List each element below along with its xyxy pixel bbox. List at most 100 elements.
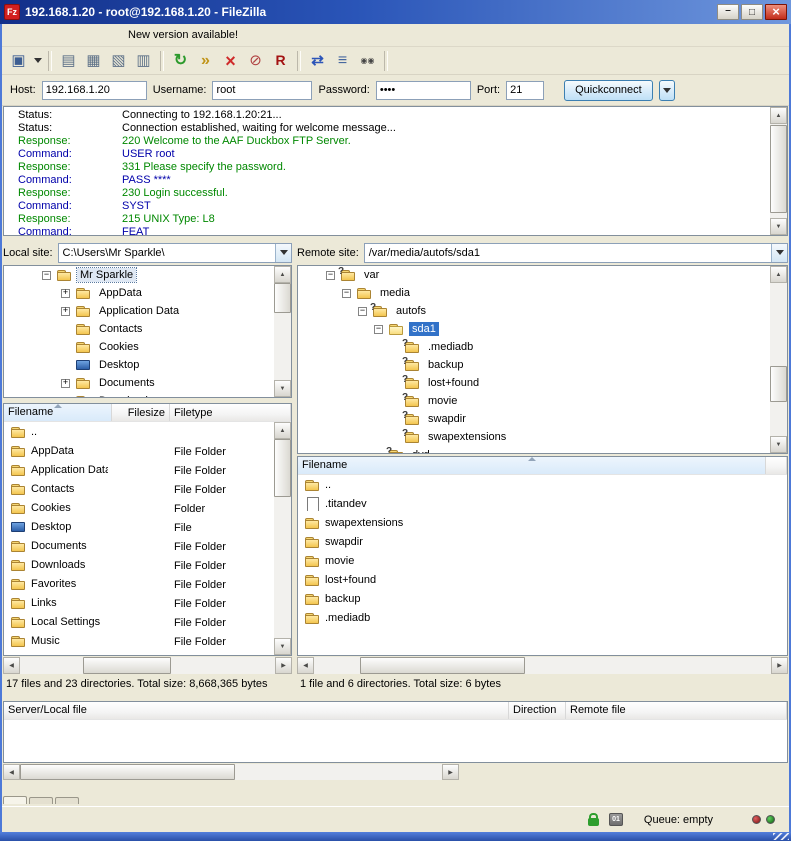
reconnect-button[interactable] [268,49,293,73]
column-header-filename[interactable]: Filename [4,404,112,421]
media[interactable]: media [298,284,787,302]
Mr Sparkle[interactable]: Mr Sparkle [4,266,291,284]
log-scrollbar[interactable] [770,107,787,235]
scroll-left-icon[interactable] [297,657,314,674]
username-input[interactable] [212,81,312,100]
toggle-queue-button[interactable] [131,49,156,73]
toggle-local-tree-button[interactable] [81,49,106,73]
scroll-down-icon[interactable] [274,380,291,397]
autofs[interactable]: autofs [298,302,787,320]
directory-comparison-button[interactable] [305,49,330,73]
lost+found[interactable]: lost+found [298,570,787,589]
chevron-down-icon[interactable] [771,244,787,262]
quickconnect-dropdown[interactable] [659,80,675,101]
scroll-up-icon[interactable] [274,266,291,283]
tab-queued-files[interactable] [3,796,27,804]
column-header-direction[interactable]: Direction [509,702,566,719]
Links[interactable]: Links File Folder [4,593,291,612]
scroll-right-icon[interactable] [275,657,292,674]
Cookies[interactable]: Cookies [4,338,291,356]
scroll-thumb[interactable] [770,366,787,402]
remote-list-hscrollbar[interactable] [297,657,788,674]
scroll-up-icon[interactable] [770,266,787,283]
swapdir[interactable]: swapdir [298,410,787,428]
Downloads[interactable]: Downloads [4,392,291,398]
tree-expander-icon[interactable] [42,271,51,280]
scroll-down-icon[interactable] [770,218,787,235]
password-input[interactable] [376,81,471,100]
..[interactable]: .. [4,422,291,441]
sda1[interactable]: sda1 [298,320,787,338]
scroll-thumb[interactable] [83,657,171,674]
local-list-vscrollbar[interactable] [274,422,291,655]
new-version-notice[interactable]: New version available! [118,29,238,41]
column-header-filesize[interactable]: Filesize [112,404,170,421]
quickconnect-button[interactable]: Quickconnect [564,80,653,101]
Desktop[interactable]: Desktop [4,356,291,374]
Music[interactable]: Music File Folder [4,631,291,650]
tab-successful-transfers[interactable] [55,797,79,804]
Contacts[interactable]: Contacts [4,320,291,338]
dvd[interactable]: dvd [298,446,787,454]
backup[interactable]: backup [298,589,787,608]
menu-transfer[interactable] [54,32,70,38]
.mediadb[interactable]: .mediadb [298,338,787,356]
remote-path-combo[interactable]: /var/media/autofs/sda1 [364,243,788,263]
Documents[interactable]: Documents [4,374,291,392]
var[interactable]: var [298,266,787,284]
menu-view[interactable] [38,32,54,38]
tree-expander-icon[interactable] [342,289,351,298]
column-header-server-local-file[interactable]: Server/Local file [4,702,509,719]
synchronized-browsing-button[interactable] [330,49,355,73]
.mediadb[interactable]: .mediadb [298,608,787,627]
scroll-left-icon[interactable] [3,764,20,780]
local-list-hscrollbar[interactable] [3,657,292,674]
tab-failed-transfers[interactable] [29,797,53,804]
menu-bookmarks[interactable] [86,32,102,38]
tree-expander-icon[interactable] [61,289,70,298]
scroll-left-icon[interactable] [3,657,20,674]
menu-file[interactable] [6,32,22,38]
backup[interactable]: backup [298,356,787,374]
process-queue-button[interactable] [193,49,218,73]
tree-expander-icon[interactable] [61,307,70,316]
chevron-down-icon[interactable] [275,244,291,262]
swapdir[interactable]: swapdir [298,532,787,551]
remote-tree-scrollbar[interactable] [770,266,787,453]
column-header-remote-file[interactable]: Remote file [566,702,787,719]
local-path-combo[interactable]: C:\Users\Mr Sparkle\ [58,243,292,263]
.titandev[interactable]: .titandev [298,494,787,513]
lost+found[interactable]: lost+found [298,374,787,392]
menu-server[interactable] [70,32,86,38]
site-manager-dropdown[interactable] [31,49,44,73]
Documents[interactable]: Documents File Folder [4,536,291,555]
tree-expander-icon[interactable] [358,307,367,316]
scroll-up-icon[interactable] [274,422,291,439]
minimize-button[interactable] [717,4,739,20]
toggle-remote-tree-button[interactable] [106,49,131,73]
Local Settings[interactable]: Local Settings File Folder [4,612,291,631]
disconnect-button[interactable] [243,49,268,73]
scroll-thumb[interactable] [20,764,235,780]
scroll-right-icon[interactable] [442,764,459,780]
toggle-message-log-button[interactable] [56,49,81,73]
column-header-filename[interactable]: Filename [298,457,766,474]
Contacts[interactable]: Contacts File Folder [4,479,291,498]
scroll-thumb[interactable] [360,657,525,674]
queue-hscrollbar[interactable] [3,764,459,780]
Desktop[interactable]: Desktop File [4,517,291,536]
scroll-right-icon[interactable] [771,657,788,674]
scroll-thumb[interactable] [770,125,787,213]
swapextensions[interactable]: swapextensions [298,513,787,532]
scroll-thumb[interactable] [274,283,291,313]
refresh-button[interactable] [168,49,193,73]
AppData[interactable]: AppData File Folder [4,441,291,460]
column-header-filetype[interactable]: Filetype [170,404,291,421]
site-manager-button[interactable] [6,49,31,73]
Application Data[interactable]: Application Data [4,302,291,320]
AppData[interactable]: AppData [4,284,291,302]
close-button[interactable] [765,4,787,20]
maximize-button[interactable] [741,4,763,20]
Application Data[interactable]: Application Data File Folder [4,460,291,479]
scroll-down-icon[interactable] [770,436,787,453]
